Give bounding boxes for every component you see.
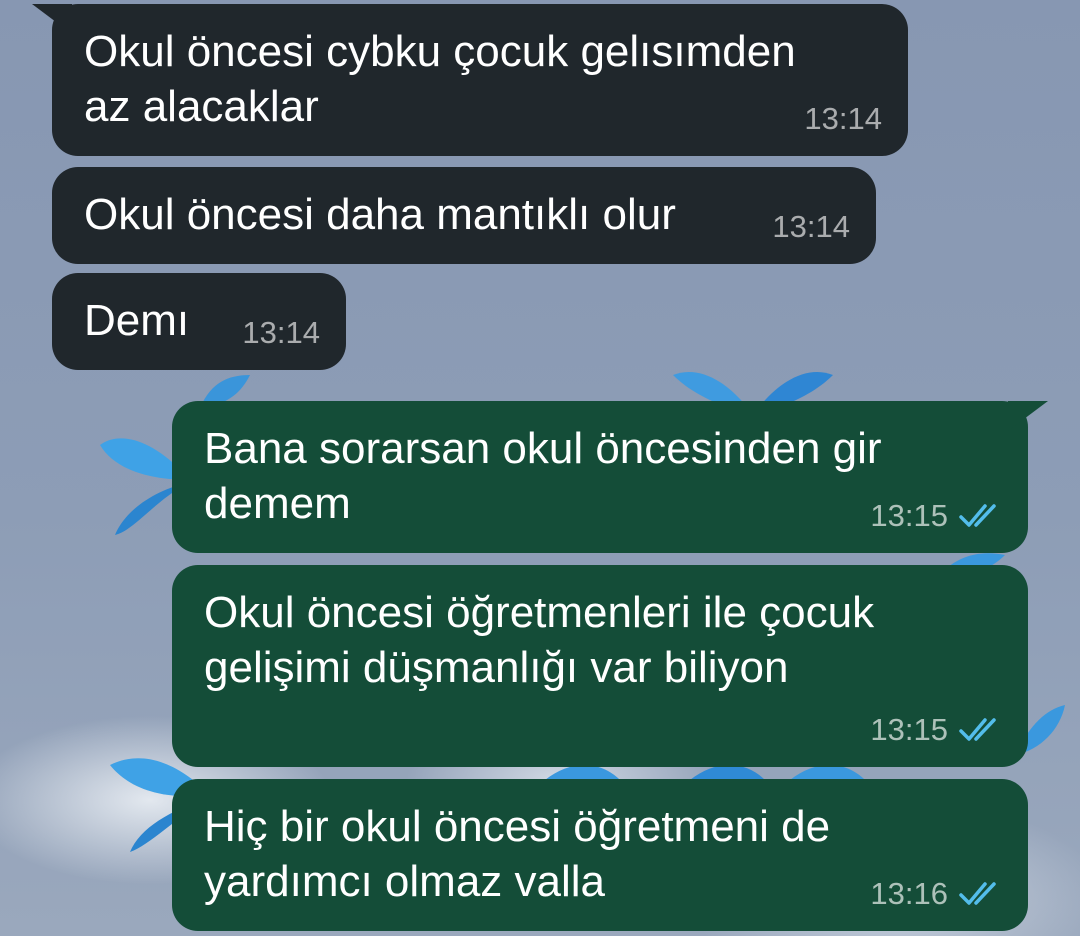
bubble-tail bbox=[32, 4, 72, 34]
message-time: 13:16 bbox=[870, 876, 948, 911]
message-bubble-outgoing[interactable]: Hiç bir okul öncesi öğretmeni de yardımc… bbox=[172, 779, 1028, 931]
message-text: Okul öncesi öğretmenleri ile çocuk geliş… bbox=[204, 588, 875, 692]
message-bubble-incoming[interactable]: Demı 13:14 bbox=[52, 273, 346, 370]
bubble-tail bbox=[1008, 401, 1048, 431]
message-meta: 13:14 bbox=[242, 305, 320, 360]
message-text: Okul öncesi cybku çocuk gelısımden az al… bbox=[84, 27, 796, 131]
message-bubble-incoming[interactable]: Okul öncesi cybku çocuk gelısımden az al… bbox=[32, 4, 908, 156]
message-bubble-outgoing[interactable]: Bana sorarsan okul öncesinden gir demem … bbox=[172, 401, 1048, 553]
message-time: 13:14 bbox=[804, 101, 882, 136]
message-meta: 13:15 bbox=[870, 488, 1002, 543]
message-bubble-outgoing[interactable]: Okul öncesi öğretmenleri ile çocuk geliş… bbox=[172, 565, 1028, 767]
read-receipt-icon bbox=[959, 503, 996, 527]
message-meta: 13:14 bbox=[804, 91, 882, 146]
message-bubble-incoming[interactable]: Okul öncesi daha mantıklı olur 13:14 bbox=[52, 167, 876, 264]
message-time: 13:15 bbox=[870, 712, 948, 747]
message-time: 13:14 bbox=[242, 315, 320, 350]
read-receipt-icon bbox=[959, 717, 996, 741]
message-meta: 13:14 bbox=[772, 199, 850, 254]
message-text: Okul öncesi daha mantıklı olur bbox=[84, 190, 676, 239]
message-time: 13:14 bbox=[772, 209, 850, 244]
message-time: 13:15 bbox=[870, 498, 948, 533]
message-meta: 13:15 bbox=[870, 702, 1002, 757]
read-receipt-icon bbox=[959, 881, 996, 905]
message-meta: 13:16 bbox=[870, 866, 1002, 921]
message-list[interactable]: Okul öncesi cybku çocuk gelısımden az al… bbox=[0, 0, 1080, 936]
